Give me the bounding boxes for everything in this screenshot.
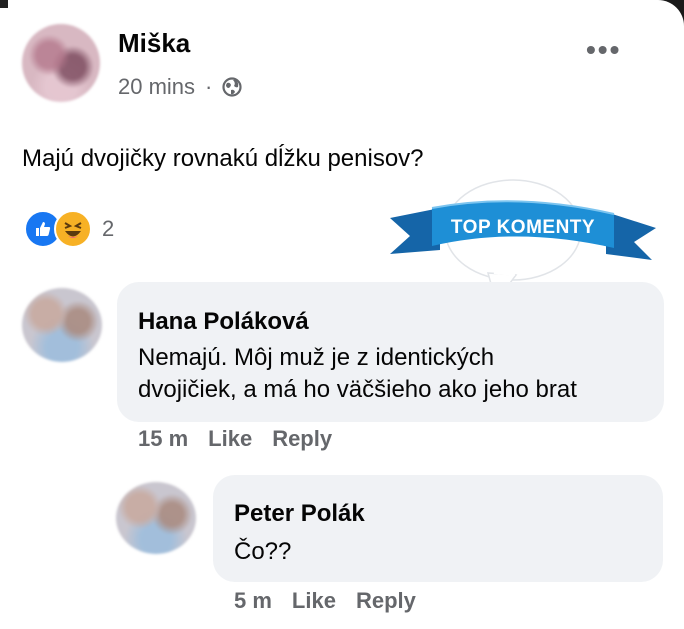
comment-time[interactable]: 15 m bbox=[138, 426, 188, 452]
reply-text: Čo?? bbox=[234, 538, 292, 565]
reaction-count: 2 bbox=[102, 216, 115, 241]
like-button[interactable]: Like bbox=[208, 426, 252, 452]
meta-separator: · bbox=[205, 74, 213, 99]
comment-text-line-1: Nemajú. Môj muž je z identických bbox=[138, 344, 495, 371]
reply-actions: 5 m Like Reply bbox=[234, 588, 416, 614]
post-card: Miška 20 mins · ••• Majú dvojičky rovnak… bbox=[0, 0, 684, 629]
commenter-avatar[interactable] bbox=[22, 288, 102, 362]
post-author-name[interactable]: Miška bbox=[118, 28, 190, 59]
author-avatar[interactable] bbox=[22, 24, 100, 102]
reply-button[interactable]: Reply bbox=[356, 588, 416, 614]
comment-author[interactable]: Hana Poláková bbox=[138, 308, 309, 336]
post-time[interactable]: 20 mins bbox=[118, 74, 195, 100]
post-text: Majú dvojičky rovnakú dĺžku penisov? bbox=[22, 145, 424, 172]
comment-text-line-2: dvojičiek, a má ho väčšieho ako jeho bra… bbox=[138, 376, 577, 403]
haha-icon bbox=[54, 210, 92, 248]
comment-actions: 15 m Like Reply bbox=[138, 426, 332, 452]
reply-button[interactable]: Reply bbox=[272, 426, 332, 452]
reply-time[interactable]: 5 m bbox=[234, 588, 272, 614]
reply-author[interactable]: Peter Polák bbox=[234, 500, 365, 528]
more-options-button[interactable]: ••• bbox=[586, 36, 621, 64]
globe-icon bbox=[222, 77, 242, 97]
post-meta: 20 mins · bbox=[118, 74, 242, 100]
reply-avatar[interactable] bbox=[116, 482, 196, 554]
like-button[interactable]: Like bbox=[292, 588, 336, 614]
corner-mark bbox=[0, 0, 8, 8]
reactions-summary[interactable]: 2 bbox=[24, 210, 114, 248]
top-comments-label: TOP KOMENTY bbox=[450, 217, 596, 238]
